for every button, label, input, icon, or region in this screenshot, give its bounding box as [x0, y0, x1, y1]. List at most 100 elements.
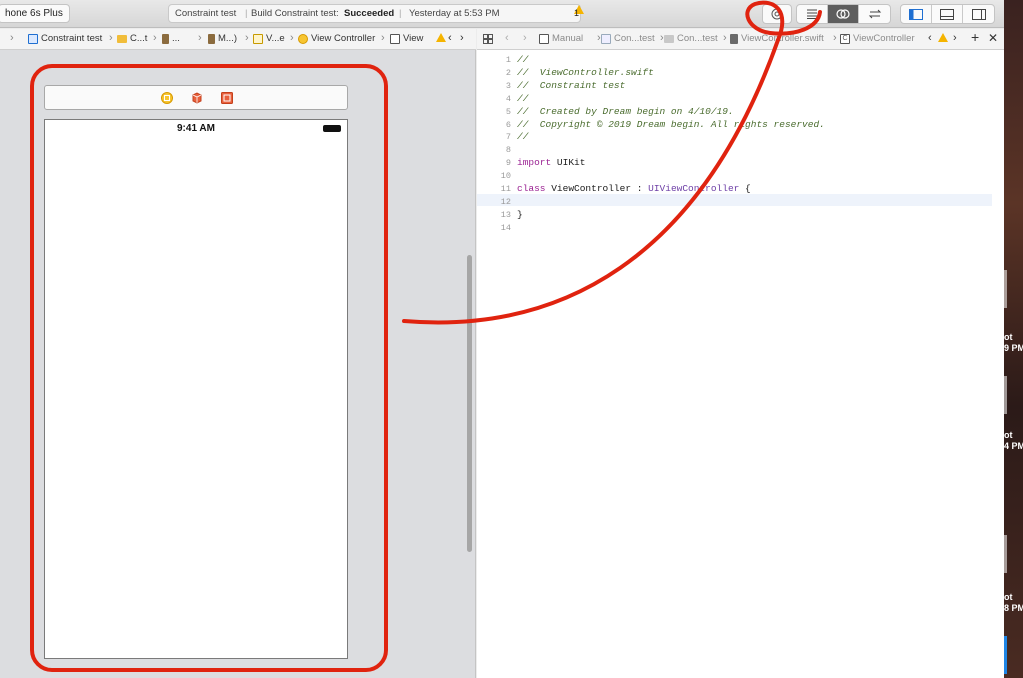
activity-status-prefix: Build Constraint test:	[251, 8, 339, 19]
jump-item-mode[interactable]: Manual	[539, 33, 583, 44]
jump-item-label: Con...test	[614, 33, 655, 44]
line-number: 4	[505, 93, 511, 104]
activity-project: Constraint test	[175, 8, 237, 19]
activity-separator: |	[399, 8, 402, 19]
code-line[interactable]: import UIKit	[517, 157, 585, 168]
jump-item-group[interactable]: Con...test	[664, 33, 718, 44]
debug-toggle-button[interactable]	[932, 5, 963, 23]
jump-item-storyboard[interactable]: M...)	[208, 33, 237, 44]
code-line[interactable]: //	[517, 131, 528, 142]
jump-item-project[interactable]: Con...test	[601, 33, 655, 44]
utilities-toggle-button[interactable]	[963, 5, 994, 23]
assistant-editor-button[interactable]	[828, 5, 859, 23]
line-number: 9	[505, 158, 511, 169]
add-editor-button[interactable]: +	[971, 29, 979, 45]
jump-item-scene[interactable]: V...e	[253, 33, 285, 44]
view-controller-scene[interactable]: 9:41 AM	[44, 119, 348, 659]
exit-icon[interactable]	[221, 92, 233, 104]
version-editor-button[interactable]	[859, 5, 890, 23]
code-line[interactable]: // Copyright © 2019 Dream begin. All rig…	[517, 119, 825, 130]
desktop-item	[1004, 636, 1007, 674]
desktop-item	[1004, 376, 1007, 414]
chevron-right-icon: ›	[381, 32, 385, 44]
activity-separator: |	[245, 8, 248, 19]
code-editor[interactable]: 1 // 2 // ViewController.swift 3 // Constrain…	[477, 50, 1004, 678]
battery-icon	[323, 125, 341, 132]
line-number: 14	[500, 222, 511, 233]
line-number: 3	[505, 80, 511, 91]
status-bar-time: 9:41 AM	[177, 123, 215, 134]
issue-next-button[interactable]: ›	[460, 32, 464, 44]
desktop-label: ot 9 PM	[1004, 332, 1023, 353]
back-button[interactable]: ‹	[505, 32, 509, 44]
line-number: 7	[505, 132, 511, 143]
editor-mode-segment	[796, 4, 891, 24]
view-controller-icon	[298, 33, 308, 44]
jump-item-group[interactable]: C...t	[117, 33, 147, 44]
chevron-right-icon: ›	[10, 32, 14, 44]
assistant-jump-bar: ‹ › Manual › Con...test › Con...test › V…	[477, 29, 1004, 50]
desktop-label: ot 4 PM	[1004, 430, 1023, 451]
project-icon	[28, 33, 38, 44]
chevron-right-icon: ›	[153, 32, 157, 44]
jump-item-label: ViewController.swift	[741, 33, 824, 44]
canvas-scrollbar[interactable]	[467, 255, 472, 552]
related-items-icon[interactable]	[483, 34, 493, 47]
code-line[interactable]: class ViewController : UIViewController …	[517, 183, 751, 194]
first-responder-icon[interactable]	[191, 92, 203, 104]
folder-icon	[117, 34, 127, 43]
chevron-right-icon: ›	[723, 32, 727, 44]
jump-item-project[interactable]: Constraint test	[28, 33, 102, 44]
panel-toggle-segment	[900, 4, 995, 24]
chevron-right-icon: ›	[833, 32, 837, 44]
jump-item-symbol[interactable]: C ViewController	[840, 33, 915, 44]
storyboard-canvas[interactable]: 9:41 AM	[0, 50, 476, 678]
line-number: 13	[500, 209, 511, 220]
file-icon	[162, 33, 169, 44]
storyboard-jump-bar: › Constraint test › C...t › ... › M...) …	[0, 29, 476, 50]
lines-icon	[807, 9, 817, 19]
close-editor-button[interactable]: ✕	[988, 31, 998, 45]
issue-next-button[interactable]: ›	[953, 32, 957, 44]
code-line[interactable]: //	[517, 54, 528, 65]
view-icon	[390, 33, 400, 44]
issue-prev-button[interactable]: ‹	[448, 32, 452, 44]
line-number: 2	[505, 67, 511, 78]
line-number: 8	[505, 145, 511, 156]
jump-item-file[interactable]: ...	[162, 33, 180, 44]
device-selector[interactable]: hone 6s Plus	[0, 4, 70, 23]
jump-item-label: View Controller	[311, 33, 376, 44]
jump-item-label: V...e	[266, 33, 285, 44]
right-panel-icon	[971, 8, 986, 20]
jump-item-file[interactable]: ViewController.swift	[730, 33, 824, 44]
code-line[interactable]: // Created by Dream begin on 4/10/19.	[517, 106, 734, 117]
line-number: 11	[500, 184, 511, 194]
activity-viewer: Constraint test | Build Constraint test:…	[168, 4, 584, 23]
navigator-toggle-button[interactable]	[901, 5, 932, 23]
code-line[interactable]: // ViewController.swift	[517, 67, 654, 78]
scene-icon	[253, 33, 263, 44]
library-icon	[763, 5, 791, 23]
jump-item-label: Con...test	[677, 33, 718, 44]
forward-button[interactable]: ›	[523, 32, 527, 44]
jump-item-view[interactable]: View	[390, 33, 423, 44]
venn-icon	[836, 9, 850, 19]
issue-prev-button[interactable]: ‹	[928, 32, 932, 44]
desktop-item	[1004, 270, 1007, 308]
warning-icon[interactable]	[938, 33, 948, 44]
code-line[interactable]: // Constraint test	[517, 80, 625, 91]
code-line[interactable]: //	[517, 93, 528, 104]
code-line[interactable]: }	[517, 209, 523, 220]
warning-icon[interactable]	[436, 33, 446, 44]
jump-item-label: ...	[172, 33, 180, 44]
library-button[interactable]	[762, 4, 792, 24]
jump-item-label: Manual	[552, 33, 584, 44]
standard-editor-button[interactable]	[797, 5, 828, 23]
view-controller-icon[interactable]	[161, 92, 173, 104]
folder-icon	[664, 34, 674, 43]
swift-file-icon	[730, 33, 738, 44]
swap-arrows-icon	[868, 9, 881, 19]
line-number: 5	[505, 106, 511, 117]
jump-item-view-controller[interactable]: View Controller	[298, 33, 375, 44]
warning-count: 1	[574, 8, 580, 18]
